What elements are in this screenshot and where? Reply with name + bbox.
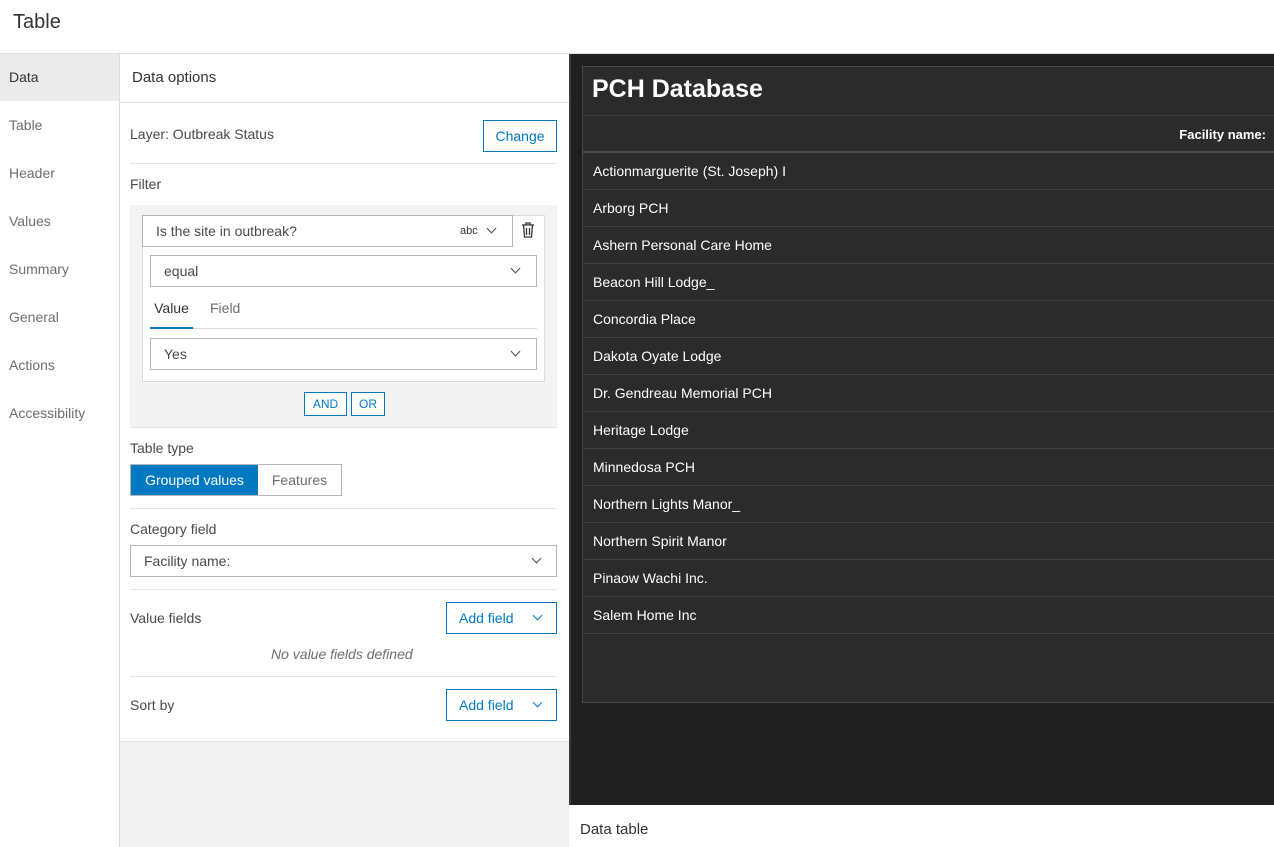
panel-body: Layer: Outbreak Status Change Filter Is … bbox=[120, 103, 569, 742]
table-row[interactable]: Heritage Lodge bbox=[583, 412, 1274, 449]
divider bbox=[130, 508, 557, 509]
chevron-down-icon bbox=[510, 346, 521, 357]
features-option[interactable]: Features bbox=[258, 465, 341, 495]
table-row[interactable]: Concordia Place bbox=[583, 301, 1274, 338]
table-cell: Northern Lights Manor_ bbox=[593, 496, 741, 512]
table-row[interactable]: Arborg PCH bbox=[583, 190, 1274, 227]
no-value-fields-text: No value fields defined bbox=[271, 646, 413, 662]
panel-header: Data options bbox=[120, 54, 569, 103]
operator-text: equal bbox=[164, 263, 199, 279]
trash-icon[interactable] bbox=[520, 221, 536, 239]
and-button[interactable]: AND bbox=[304, 392, 347, 416]
tab-values[interactable]: Values bbox=[0, 198, 119, 245]
preview-footer: Data table bbox=[569, 805, 1274, 847]
tab-summary[interactable]: Summary bbox=[0, 246, 119, 293]
table-card: PCH Database Facility name: Actionmargue… bbox=[582, 66, 1274, 703]
category-field-label: Category field bbox=[130, 521, 217, 537]
value-text: Yes bbox=[164, 346, 187, 362]
table-cell: Beacon Hill Lodge_ bbox=[593, 274, 715, 290]
table-cell: Salem Home Inc bbox=[593, 607, 697, 623]
divider bbox=[130, 676, 557, 677]
filter-group: Is the site in outbreak? abc equal Value… bbox=[130, 205, 557, 427]
value-fields-label: Value fields bbox=[130, 610, 202, 626]
table-cell: Actionmarguerite (St. Joseph) I bbox=[593, 163, 786, 179]
change-layer-button[interactable]: Change bbox=[483, 120, 557, 152]
table-preview: PCH Database Facility name: Actionmargue… bbox=[569, 54, 1274, 805]
value-select[interactable]: Yes bbox=[150, 338, 537, 370]
category-field-select[interactable]: Facility name: bbox=[130, 545, 557, 577]
grouped-values-option[interactable]: Grouped values bbox=[131, 465, 258, 495]
table-row[interactable]: Northern Spirit Manor bbox=[583, 523, 1274, 560]
value-field-tabs: Value Field bbox=[150, 291, 537, 329]
layer-label: Layer: Outbreak Status bbox=[130, 126, 274, 142]
tab-value[interactable]: Value bbox=[150, 291, 193, 329]
table-title: PCH Database bbox=[592, 75, 763, 103]
or-button[interactable]: OR bbox=[351, 392, 385, 416]
table-cell: Arborg PCH bbox=[593, 200, 669, 216]
add-field-label: Add field bbox=[459, 697, 514, 713]
filter-expression: Is the site in outbreak? abc equal Value… bbox=[142, 215, 545, 382]
table-cell: Dakota Oyate Lodge bbox=[593, 348, 722, 364]
table-cell: Dr. Gendreau Memorial PCH bbox=[593, 385, 772, 401]
add-field-label: Add field bbox=[459, 610, 514, 626]
tab-data[interactable]: Data bbox=[0, 54, 119, 101]
preview-label: Data table bbox=[580, 821, 649, 838]
tab-table[interactable]: Table bbox=[0, 102, 119, 149]
tab-accessibility[interactable]: Accessibility bbox=[0, 390, 119, 437]
settings-tabs: Data Table Header Values Summary General… bbox=[0, 54, 120, 847]
table-header-row: Facility name: bbox=[583, 115, 1274, 153]
filter-field-text: Is the site in outbreak? bbox=[156, 223, 297, 239]
column-header: Facility name: bbox=[1179, 127, 1266, 142]
table-row[interactable]: Northern Lights Manor_ bbox=[583, 486, 1274, 523]
table-cell: Minnedosa PCH bbox=[593, 459, 695, 475]
add-value-field-button[interactable]: Add field bbox=[446, 602, 557, 634]
divider bbox=[130, 163, 557, 164]
chevron-down-icon bbox=[532, 610, 543, 621]
tab-header[interactable]: Header bbox=[0, 150, 119, 197]
panel-title: Data options bbox=[132, 69, 217, 86]
tab-general[interactable]: General bbox=[0, 294, 119, 341]
chevron-down-icon bbox=[531, 553, 542, 564]
filter-field-select[interactable]: Is the site in outbreak? abc bbox=[142, 215, 513, 247]
divider bbox=[130, 589, 557, 590]
string-type-icon: abc bbox=[460, 225, 478, 237]
table-cell: Concordia Place bbox=[593, 311, 696, 327]
table-cell: Ashern Personal Care Home bbox=[593, 237, 772, 253]
table-row[interactable]: Dr. Gendreau Memorial PCH bbox=[583, 375, 1274, 412]
table-type-segmented: Grouped values Features bbox=[130, 464, 342, 496]
table-row[interactable]: Ashern Personal Care Home bbox=[583, 227, 1274, 264]
add-sort-field-button[interactable]: Add field bbox=[446, 689, 557, 721]
table-row[interactable]: Pinaow Wachi Inc. bbox=[583, 560, 1274, 597]
divider bbox=[130, 427, 557, 428]
category-field-text: Facility name: bbox=[144, 553, 231, 569]
tab-field[interactable]: Field bbox=[210, 291, 240, 329]
table-cell: Pinaow Wachi Inc. bbox=[593, 570, 708, 586]
chevron-down-icon bbox=[486, 223, 497, 234]
page-title: Table bbox=[13, 11, 61, 33]
table-row[interactable]: Beacon Hill Lodge_ bbox=[583, 264, 1274, 301]
table-row[interactable]: Minnedosa PCH bbox=[583, 449, 1274, 486]
chevron-down-icon bbox=[510, 263, 521, 274]
table-cell: Northern Spirit Manor bbox=[593, 533, 727, 549]
chevron-down-icon bbox=[532, 697, 543, 708]
table-row[interactable]: Salem Home Inc bbox=[583, 597, 1274, 634]
filter-label: Filter bbox=[130, 176, 162, 192]
table-row[interactable]: Actionmarguerite (St. Joseph) I bbox=[583, 153, 1274, 190]
table-type-label: Table type bbox=[130, 440, 194, 456]
title-bar: Table bbox=[0, 0, 1274, 54]
tab-actions[interactable]: Actions bbox=[0, 342, 119, 389]
operator-select[interactable]: equal bbox=[150, 255, 537, 287]
table-row[interactable]: Dakota Oyate Lodge bbox=[583, 338, 1274, 375]
sort-by-label: Sort by bbox=[130, 697, 175, 713]
data-options-panel: Data options Layer: Outbreak Status Chan… bbox=[120, 54, 569, 847]
table-cell: Heritage Lodge bbox=[593, 422, 689, 438]
